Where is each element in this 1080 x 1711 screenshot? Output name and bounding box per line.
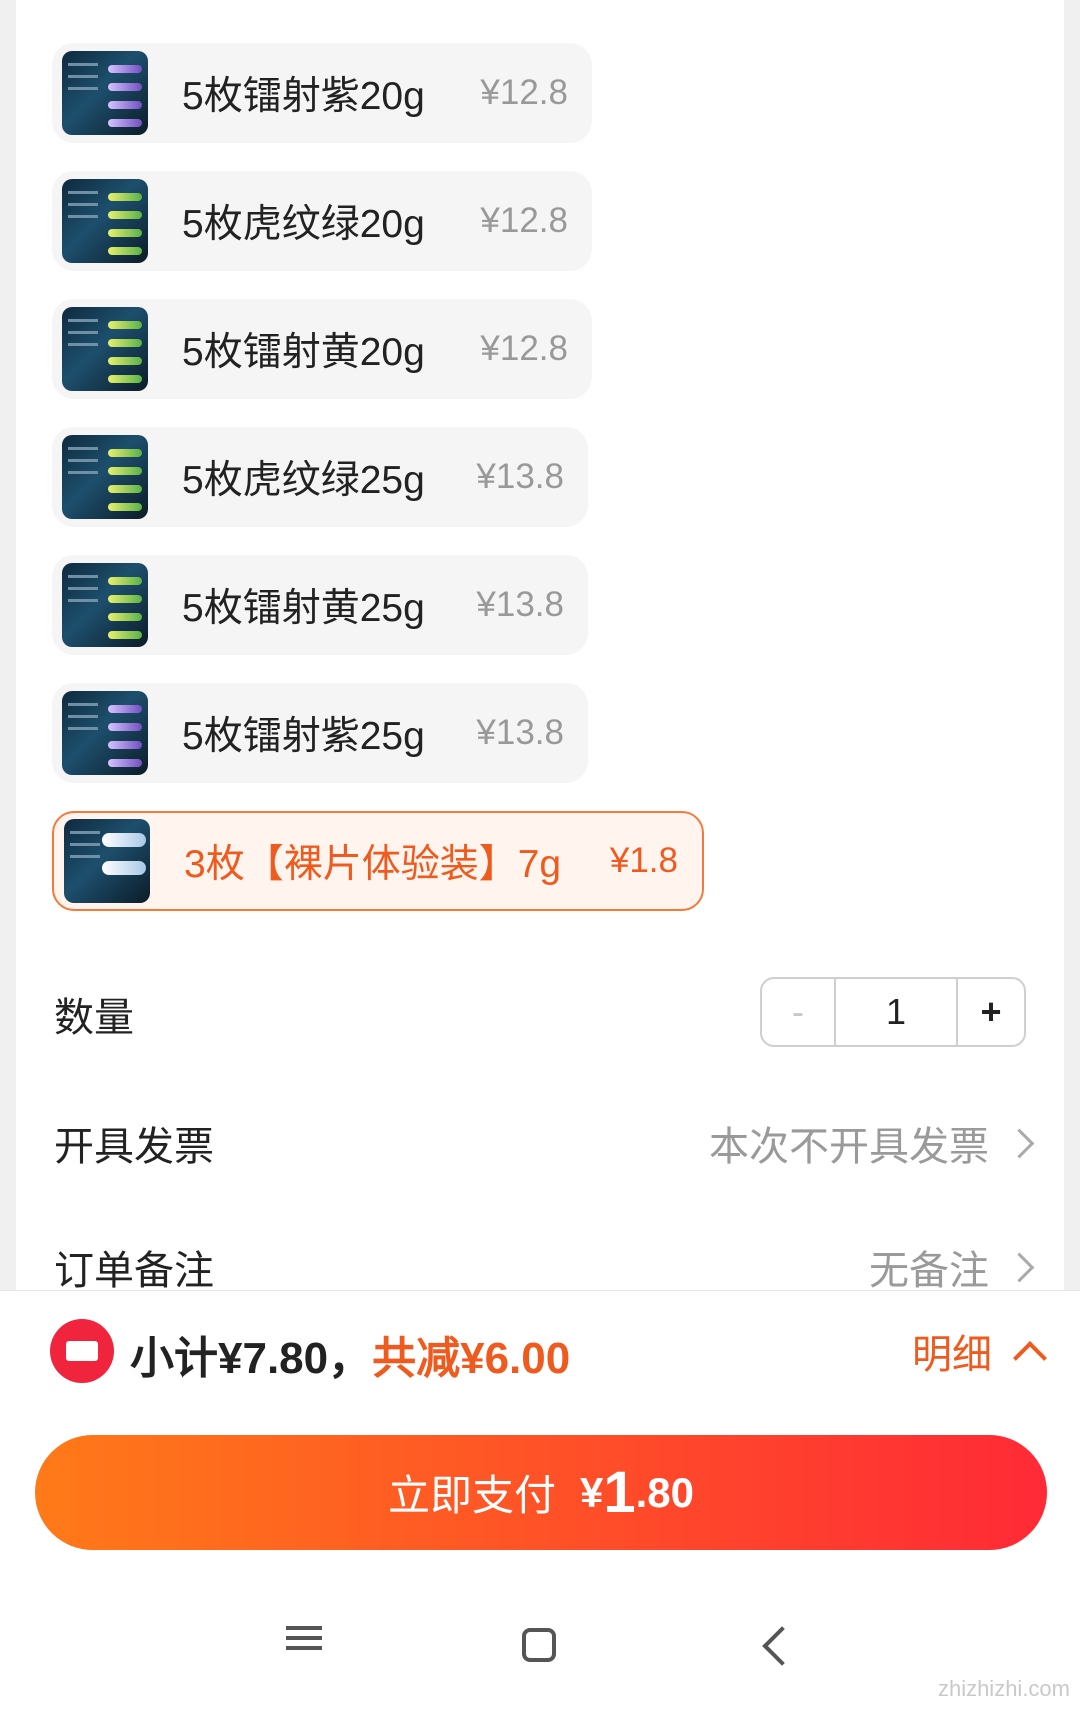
sku-thumbnail [62,563,148,647]
order-note-label: 订单备注 [54,1249,214,1293]
sku-label: 3枚【裸片体验装】7g [184,843,562,886]
chevron-up-icon [1013,1341,1047,1375]
sku-option-3[interactable]: 5枚镭射黄20g ¥12.8 [52,299,592,399]
menu-icon[interactable] [286,1620,322,1656]
pay-amount-dec: .80 [635,1468,695,1516]
order-note-row[interactable]: 订单备注 无备注 [54,1238,1035,1296]
sku-label: 5枚镭射黄20g [182,331,425,374]
detail-toggle[interactable]: 明细 [912,1322,1047,1380]
coupon-icon [50,1319,114,1383]
price-summary: 小计¥7.80，共减¥6.00 [130,1322,570,1386]
sku-label: 5枚虎纹绿25g [182,459,425,502]
sku-price: ¥13.8 [476,585,564,624]
sku-option-5[interactable]: 5枚镭射黄25g ¥13.8 [52,555,588,655]
pay-currency: ¥ [580,1468,604,1516]
sku-option-1[interactable]: 5枚镭射紫20g ¥12.8 [52,43,592,143]
sku-label: 5枚镭射黄25g [182,587,425,630]
invoice-label: 开具发票 [54,1125,214,1169]
invoice-row[interactable]: 开具发票 本次不开具发票 [54,1114,1035,1172]
sku-option-4[interactable]: 5枚虎纹绿25g ¥13.8 [52,427,588,527]
sku-price: ¥13.8 [476,457,564,496]
sku-price: ¥12.8 [480,73,568,112]
pay-now-button[interactable]: 立即支付 ¥ 1 .80 [35,1435,1047,1550]
quantity-stepper: - 1 + [760,977,1026,1047]
subtotal-text: 小计¥7.80， [130,1334,373,1383]
sku-thumbnail [64,819,150,903]
chevron-right-icon [1004,1252,1035,1282]
pay-label: 立即支付 [387,1472,556,1519]
sku-label: 5枚镭射紫25g [182,715,425,758]
home-icon[interactable] [522,1628,556,1662]
watermark: zhizhizhi.com [937,1676,1070,1701]
sku-price: ¥1.8 [609,841,678,880]
sku-price: ¥12.8 [480,201,568,240]
sku-thumbnail [62,691,148,775]
chevron-right-icon [1004,1128,1035,1158]
order-note-value: 无备注 [869,1249,989,1293]
invoice-value: 本次不开具发票 [709,1125,989,1169]
sku-thumbnail [62,307,148,391]
sku-option-7-selected[interactable]: 3枚【裸片体验装】7g ¥1.8 [52,811,704,911]
detail-label: 明细 [912,1333,992,1377]
sku-label: 5枚镭射紫20g [182,75,425,118]
sku-thumbnail [62,179,148,263]
sku-thumbnail [62,51,148,135]
increase-button[interactable]: + [958,979,1024,1045]
pay-amount-int: 1 [603,1460,636,1525]
decrease-button[interactable]: - [762,979,836,1045]
sku-price: ¥13.8 [476,713,564,752]
quantity-input[interactable]: 1 [836,979,958,1045]
sku-label: 5枚虎纹绿20g [182,203,425,246]
sku-thumbnail [62,435,148,519]
sku-option-2[interactable]: 5枚虎纹绿20g ¥12.8 [52,171,592,271]
discount-text: 共减¥6.00 [372,1334,571,1383]
sku-price: ¥12.8 [480,329,568,368]
sku-option-6[interactable]: 5枚镭射紫25g ¥13.8 [52,683,588,783]
quantity-label: 数量 [54,996,134,1040]
